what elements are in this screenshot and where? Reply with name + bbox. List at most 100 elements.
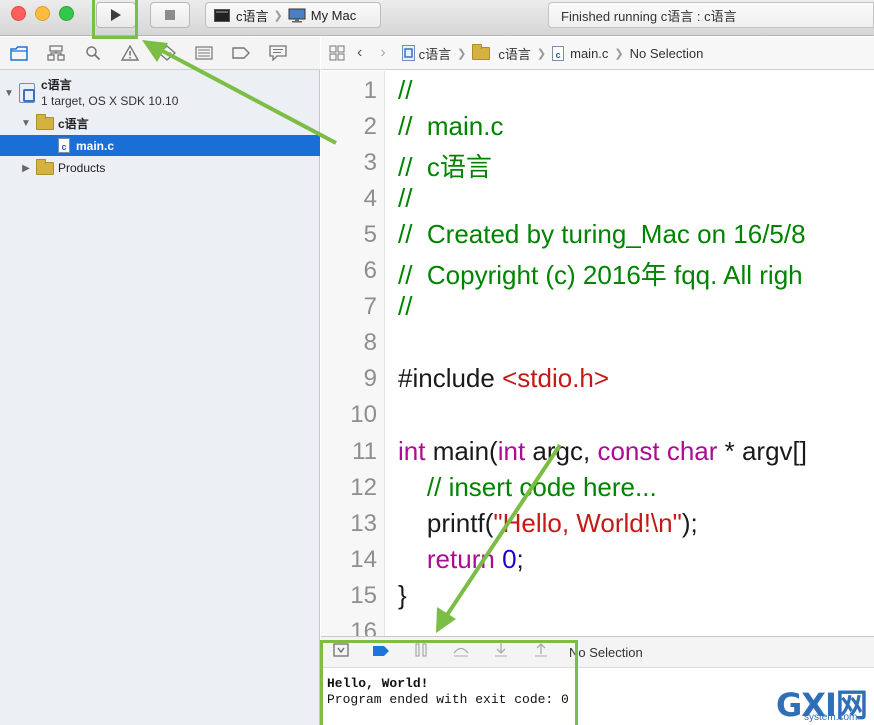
speech-bubble-icon bbox=[268, 45, 287, 61]
project-row[interactable]: ▼ c语言 1 target, OS X SDK 10.10 bbox=[0, 76, 320, 110]
number-literal: 0 bbox=[502, 544, 517, 574]
jump-bar: ‹ › c语言 ❯ c语言 ❯ c main.c ❯ No Selection bbox=[321, 37, 874, 70]
c-file-icon: c bbox=[552, 45, 565, 61]
hierarchy-icon bbox=[46, 45, 65, 61]
symbol-navigator-tab[interactable] bbox=[37, 37, 74, 70]
breakpoint-icon bbox=[231, 47, 250, 59]
project-name: c语言 bbox=[41, 78, 72, 92]
code-line: } bbox=[398, 580, 407, 610]
line-number: 8 bbox=[363, 329, 377, 356]
code-line: // Copyright (c) 2016年 fqq. All righ bbox=[398, 260, 803, 290]
code-line: // insert code here... bbox=[398, 472, 657, 502]
zoom-window-button[interactable] bbox=[59, 6, 74, 21]
identifier: * argv[] bbox=[717, 436, 807, 466]
code-line: // c语言 bbox=[398, 152, 492, 182]
debug-selection-label: No Selection bbox=[569, 644, 643, 660]
jump-crumb-group[interactable]: c语言 bbox=[472, 43, 531, 63]
identifier: printf( bbox=[398, 508, 494, 538]
site-watermark-domain: system.com bbox=[804, 712, 858, 723]
folder-icon bbox=[36, 113, 54, 130]
line-number: 14 bbox=[350, 546, 377, 573]
xcode-project-icon bbox=[401, 45, 415, 61]
keyword: int bbox=[398, 436, 426, 466]
jump-crumb-file-label: main.c bbox=[570, 45, 609, 61]
chevron-right-icon: ❯ bbox=[457, 47, 467, 60]
line-number: 15 bbox=[350, 582, 377, 609]
include-header: <stdio.h> bbox=[502, 363, 610, 393]
stop-button[interactable] bbox=[150, 2, 190, 28]
project-navigator: ▼ c语言 1 target, OS X SDK 10.10 ▼ c语言 c m… bbox=[0, 70, 320, 725]
line-number: 6 bbox=[363, 257, 377, 284]
line-number: 12 bbox=[350, 474, 377, 501]
chevron-right-icon: ❯ bbox=[536, 47, 547, 60]
project-subtitle: 1 target, OS X SDK 10.10 bbox=[41, 94, 179, 108]
code-line: printf("Hello, World!\n"); bbox=[398, 508, 698, 539]
folder-icon bbox=[9, 45, 28, 61]
line-number: 10 bbox=[350, 401, 377, 428]
source-editor[interactable]: 1 2 3 4 5 6 7 8 9 10 11 12 13 14 15 16 /… bbox=[321, 71, 874, 636]
close-window-button[interactable] bbox=[11, 6, 26, 21]
forward-arrow-icon[interactable]: › bbox=[380, 44, 385, 62]
code-line: // bbox=[398, 75, 413, 105]
code-line: // bbox=[398, 183, 413, 213]
status-text: Finished running c语言 : c语言 bbox=[561, 8, 737, 24]
folder-icon bbox=[36, 158, 54, 175]
identifier: ); bbox=[681, 508, 698, 538]
line-number: 16 bbox=[350, 618, 377, 636]
c-file-icon: c bbox=[58, 138, 70, 153]
identifier: main( bbox=[425, 436, 498, 466]
scheme-device-label: My Mac bbox=[310, 7, 357, 23]
scheme-target-label: c语言 bbox=[236, 8, 269, 24]
keyword: char bbox=[666, 436, 718, 466]
line-number: 11 bbox=[352, 438, 377, 465]
line-number: 9 bbox=[363, 365, 377, 392]
project-navigator-tab[interactable] bbox=[0, 37, 37, 70]
scheme-selector[interactable]: c语言 ❯ My Mac bbox=[205, 2, 381, 28]
jump-crumb-file[interactable]: c main.c bbox=[552, 45, 609, 61]
line-number: 4 bbox=[363, 185, 377, 212]
diamond-icon bbox=[157, 45, 176, 61]
test-navigator-tab[interactable] bbox=[148, 37, 185, 70]
chevron-right-icon: ❯ bbox=[273, 9, 283, 22]
debug-navigator-tab[interactable] bbox=[185, 37, 222, 70]
code-line: return 0; bbox=[398, 544, 524, 575]
issue-navigator-tab[interactable] bbox=[111, 37, 148, 70]
report-navigator-tab[interactable] bbox=[259, 37, 296, 70]
related-items-grid-icon[interactable] bbox=[329, 45, 345, 61]
breakpoint-navigator-tab[interactable] bbox=[222, 37, 259, 70]
identifier: argc, bbox=[525, 436, 598, 466]
group-row[interactable]: ▼ c语言 bbox=[0, 113, 320, 133]
preprocessor-directive: #include bbox=[398, 363, 503, 393]
mac-monitor-icon bbox=[288, 8, 306, 22]
jump-crumb-project[interactable]: c语言 bbox=[401, 44, 452, 63]
selected-file-label: main.c bbox=[76, 138, 115, 153]
folder-icon bbox=[472, 43, 491, 60]
disclosure-closed-icon[interactable]: ▶ bbox=[20, 163, 32, 174]
jump-crumb-project-label: c语言 bbox=[418, 46, 452, 62]
code-line: int main(int argc, const char * argv[] bbox=[398, 436, 807, 467]
stop-icon bbox=[165, 10, 175, 20]
code-line: // bbox=[398, 291, 413, 321]
chevron-right-icon: ❯ bbox=[614, 47, 624, 60]
products-row[interactable]: ▶ Products bbox=[0, 158, 320, 178]
line-number: 3 bbox=[363, 149, 377, 176]
console-highlight bbox=[320, 640, 578, 725]
keyword: int bbox=[497, 436, 526, 466]
search-icon bbox=[85, 46, 100, 61]
code-line: #include <stdio.h> bbox=[398, 363, 609, 394]
keyword: const bbox=[597, 436, 660, 466]
code-line: // main.c bbox=[398, 111, 504, 141]
identifier: ; bbox=[516, 544, 524, 574]
find-navigator-tab[interactable] bbox=[74, 37, 111, 70]
jump-crumb-group-label: c语言 bbox=[498, 46, 531, 62]
string-literal: "Hello, World!\n" bbox=[493, 508, 682, 538]
back-arrow-icon[interactable]: ‹ bbox=[357, 44, 362, 62]
activity-status: Finished running c语言 : c语言 bbox=[548, 2, 874, 28]
disclosure-open-icon[interactable]: ▼ bbox=[20, 118, 32, 129]
line-number-gutter[interactable]: 1 2 3 4 5 6 7 8 9 10 11 12 13 14 15 16 bbox=[321, 71, 385, 636]
line-number: 2 bbox=[363, 113, 377, 140]
file-row-selected[interactable]: c main.c bbox=[0, 135, 320, 156]
disclosure-open-icon[interactable]: ▼ bbox=[3, 88, 15, 99]
jump-crumb-selection[interactable]: No Selection bbox=[630, 46, 704, 61]
minimize-window-button[interactable] bbox=[35, 6, 50, 21]
